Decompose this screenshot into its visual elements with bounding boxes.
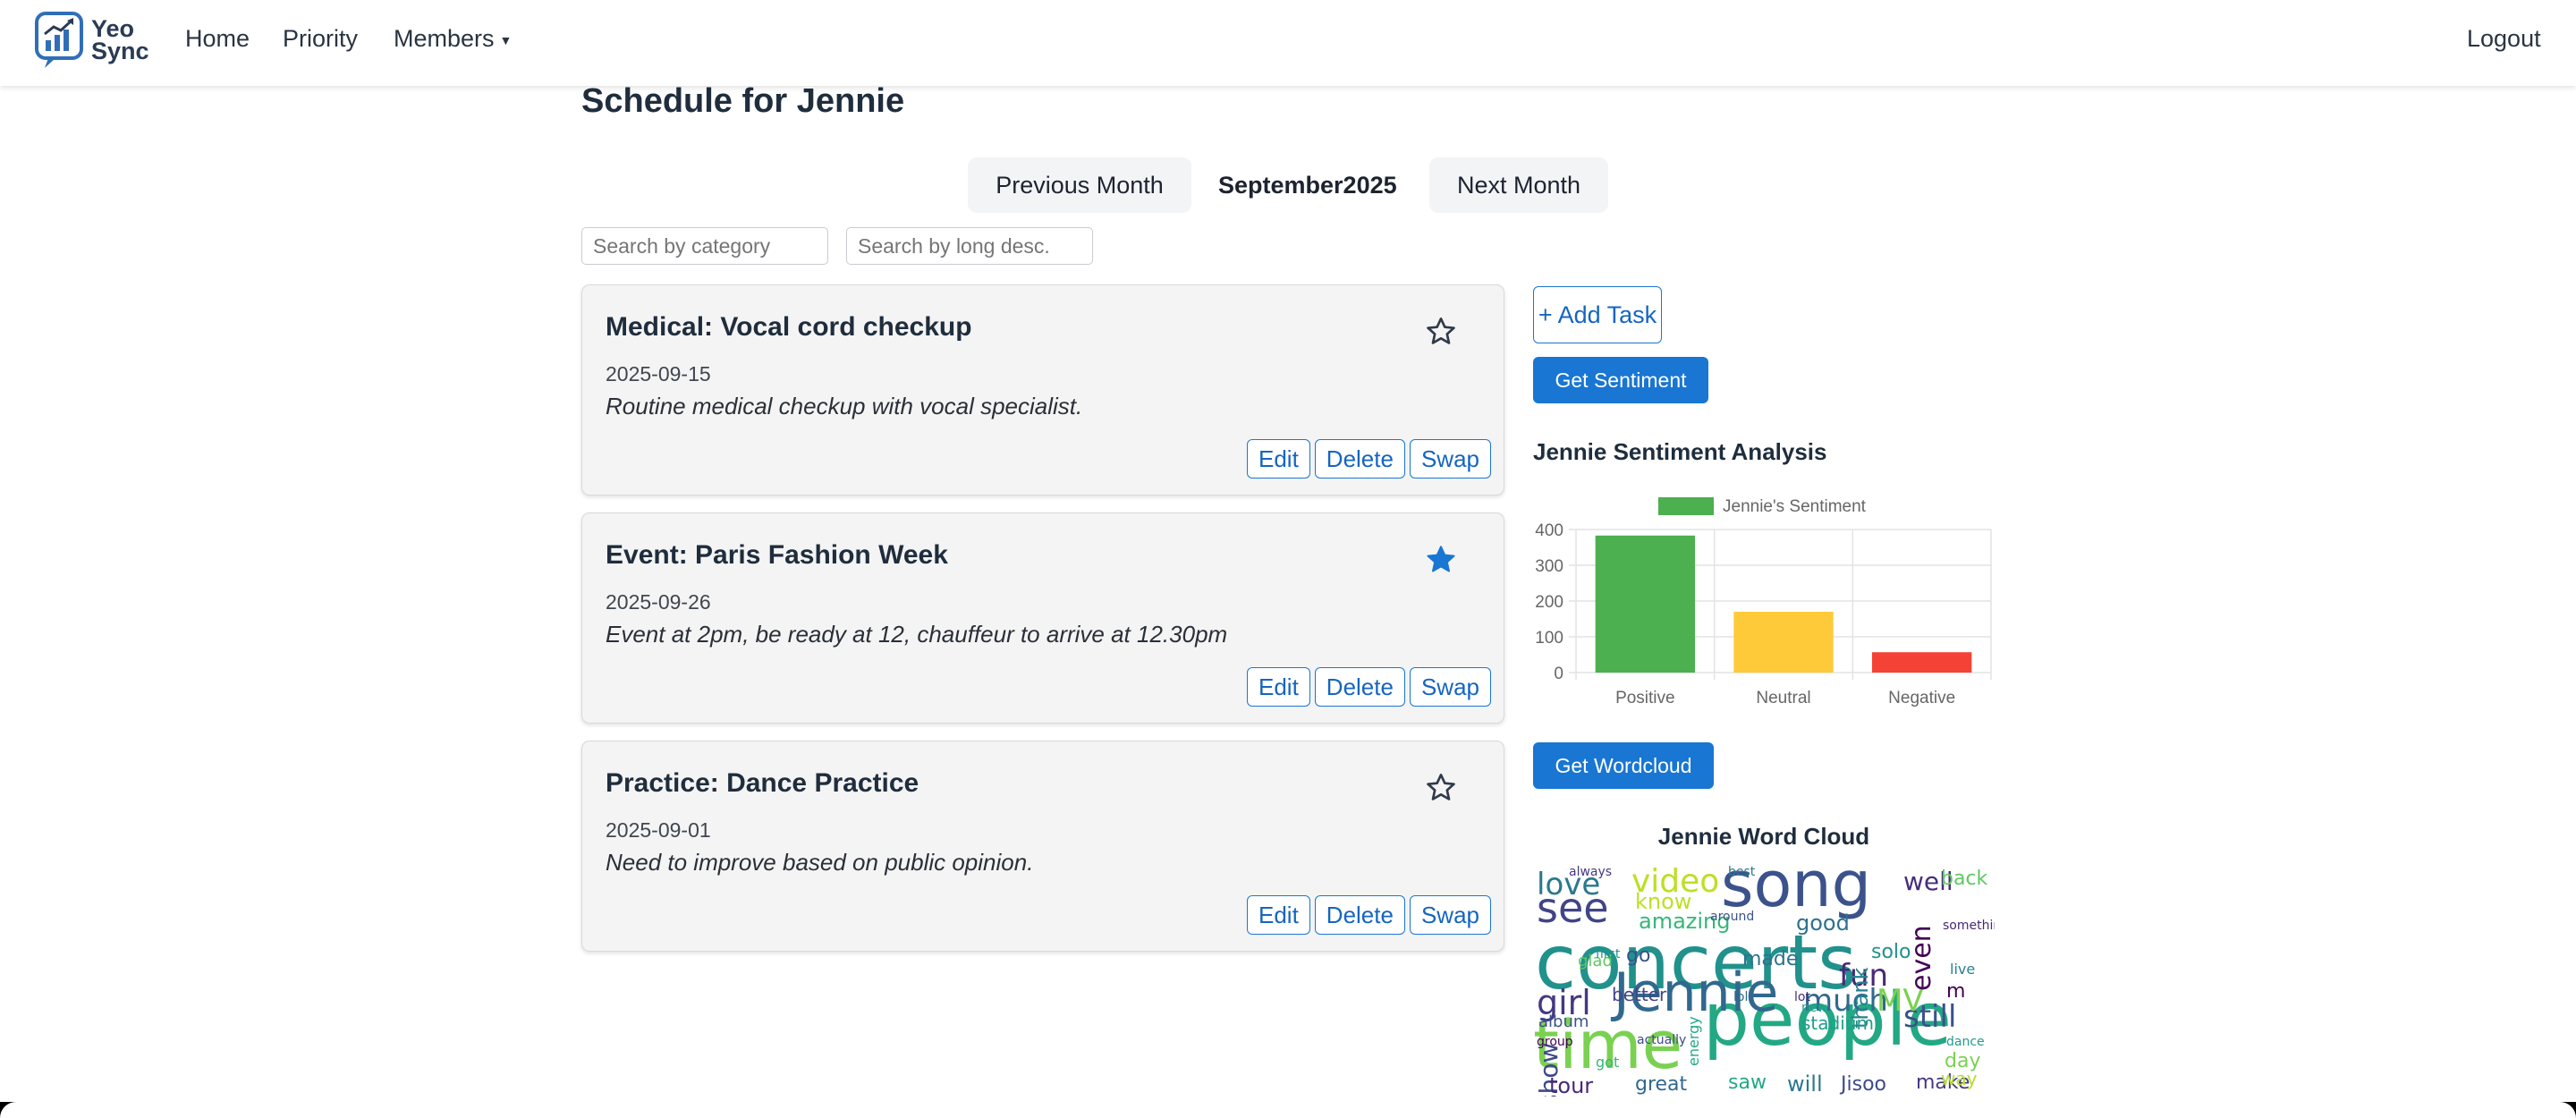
word-cloud-word: first [1596,947,1621,961]
swap-button[interactable]: Swap [1409,439,1491,479]
nav-members-label: Members [394,25,495,52]
word-cloud-word: lol [1733,990,1749,1004]
get-wordcloud-button[interactable]: Get Wordcloud [1533,742,1714,789]
word-cloud-word: solo [1871,941,1911,963]
bar-neutral [1733,612,1834,673]
x-tick-label: Positive [1615,689,1675,707]
sentiment-bar-chart: Jennie's Sentiment 0 100 200 300 400 Positive N… [1535,497,1992,707]
task-description: Need to improve based on public opinion. [606,849,1034,876]
window-corner [2544,1102,2576,1118]
next-month-button[interactable]: Next Month [1429,157,1608,213]
task-card: Event: Paris Fashion Week 2025-09-26 Eve… [581,512,1504,724]
word-cloud-word: know [1635,889,1692,914]
y-tick-label: 200 [1535,593,1563,612]
word-cloud-word: m [1946,980,1966,1003]
word-cloud-word: even [1906,925,1937,991]
add-task-button[interactable]: + Add Task [1533,286,1662,343]
nav-priority-link[interactable]: Priority [283,25,358,53]
task-title: Medical: Vocal cord checkup [606,312,972,342]
y-tick-label: 400 [1535,521,1563,540]
star-outline-icon[interactable] [1423,314,1459,350]
task-date: 2025-09-01 [606,818,711,842]
get-sentiment-button[interactable]: Get Sentiment [1533,357,1708,403]
delete-button[interactable]: Delete [1314,439,1405,479]
word-cloud-word: new [1801,1001,1827,1015]
edit-button[interactable]: Edit [1246,667,1310,707]
yeosync-logo[interactable]: Yeo Sync [34,11,149,70]
task-card: Practice: Dance Practice 2025-09-01 Need… [581,741,1504,952]
bar-negative [1871,652,1972,673]
task-card: Medical: Vocal cord checkup 2025-09-15 R… [581,284,1504,495]
word-cloud-word: always [1569,866,1613,879]
y-tick-label: 300 [1535,557,1563,576]
logo-chart-icon [35,12,83,68]
x-tick-label: Negative [1888,689,1955,707]
swap-button[interactable]: Swap [1409,667,1491,707]
word-cloud-word: back [1941,868,1988,890]
word-cloud-word: great [1635,1073,1688,1096]
task-description: Routine medical checkup with vocal speci… [606,393,1083,419]
page-title: Schedule for Jennie [581,82,905,120]
swap-button[interactable]: Swap [1409,895,1491,935]
star-outline-icon[interactable] [1423,770,1459,806]
word-cloud-word: stadium [1801,1012,1874,1034]
logo-line2: Sync [91,38,149,64]
bar-positive [1595,535,1696,673]
word-cloud-word: got [1596,1054,1620,1071]
window-corner [0,1102,32,1118]
word-cloud-word: better [1612,984,1667,1005]
search-category-input[interactable] [581,227,828,265]
word-cloud-word: album [1538,1012,1589,1031]
word-cloud-word: around [1710,910,1755,924]
sentiment-title: Jennie Sentiment Analysis [1533,438,1827,465]
word-cloud-word: go [1626,944,1651,967]
word-cloud-word: way [1941,1068,1978,1089]
y-tick-label: 0 [1554,665,1563,683]
task-title: Practice: Dance Practice [606,768,919,798]
top-navbar: Yeo Sync Home Priority Members ▼ Logout [0,0,2576,86]
task-date: 2025-09-15 [606,362,711,385]
x-tick-label: Neutral [1756,689,1810,707]
word-cloud-word: made [1742,948,1799,970]
legend-label: Jennie's Sentiment [1723,497,1867,516]
search-description-input[interactable] [846,227,1093,265]
star-filled-icon[interactable] [1423,542,1459,578]
word-cloud-word: best [1728,866,1756,879]
task-description: Event at 2pm, be ready at 12, chauffeur … [606,621,1228,648]
edit-button[interactable]: Edit [1246,439,1310,479]
previous-month-button[interactable]: Previous Month [968,157,1191,213]
delete-button[interactable]: Delete [1314,895,1405,935]
word-cloud-word: tour [1549,1073,1594,1097]
delete-button[interactable]: Delete [1314,667,1405,707]
word-cloud-word: energy [1685,1016,1702,1066]
y-tick-label: 100 [1535,629,1563,648]
task-title: Event: Paris Fashion Week [606,540,948,570]
legend-swatch [1658,497,1714,515]
logout-link[interactable]: Logout [2467,25,2541,53]
word-cloud-word: group [1537,1035,1573,1049]
word-cloud-word: live [1950,961,1976,978]
word-cloud-word: something [1943,919,1995,933]
nav-home-link[interactable]: Home [185,25,250,53]
word-cloud-image: concerts people song Jennie time see love video… [1533,866,1995,1097]
word-cloud-word: actually [1637,1033,1687,1047]
logo-text: Yeo Sync [91,17,149,64]
edit-button[interactable]: Edit [1246,895,1310,935]
current-month-label: September2025 [1218,171,1397,199]
word-cloud-word: Jisoo [1841,1073,1886,1096]
word-cloud-word: saw [1728,1071,1767,1094]
nav-members-dropdown[interactable]: Members ▼ [394,25,512,53]
task-date: 2025-09-26 [606,590,711,614]
word-cloud-word: good [1796,910,1850,936]
word-cloud-word: dance [1946,1035,1985,1049]
wordcloud-title: Jennie Word Cloud [1657,823,1870,850]
word-cloud-word: will [1787,1071,1823,1097]
caret-down-icon: ▼ [499,32,513,47]
